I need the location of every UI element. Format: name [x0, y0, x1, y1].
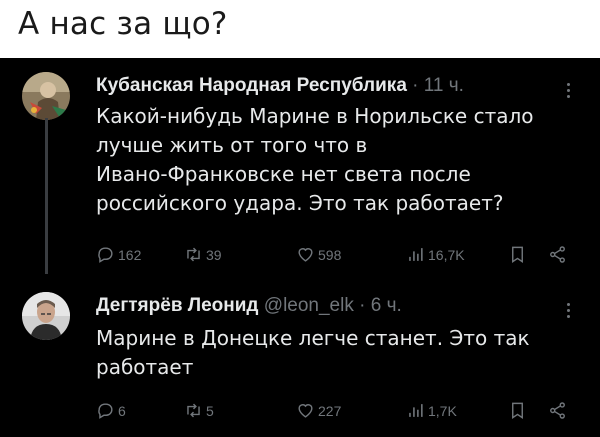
caption-text: А нас за що? — [18, 6, 228, 42]
author-name[interactable]: Кубанская Народная Республика — [96, 75, 407, 96]
heart-icon — [298, 248, 313, 262]
like-button[interactable]: 598 — [296, 245, 341, 264]
retweet-count: 39 — [206, 246, 222, 263]
retweet-button[interactable]: 5 — [184, 401, 214, 420]
share-icon — [550, 402, 565, 419]
views-count: 16,7K — [428, 246, 465, 263]
author-name[interactable]: Дегтярёв Леонид — [96, 295, 259, 316]
views-icon — [409, 404, 423, 417]
share-button[interactable] — [548, 401, 570, 420]
tweet-actions: 162 39 598 16,7K — [96, 245, 576, 269]
tweet-header: Дегтярёв Леонид @leon_elk · 6 ч. — [96, 295, 402, 317]
tweet-timestamp[interactable]: · 11 ч. — [407, 75, 464, 96]
retweet-icon — [187, 403, 200, 418]
like-count: 598 — [318, 246, 342, 263]
views-button[interactable]: 16,7K — [406, 245, 465, 264]
reply-count: 6 — [118, 402, 126, 419]
views-button[interactable]: 1,7K — [406, 401, 457, 420]
reply-button[interactable]: 162 — [96, 245, 141, 264]
reply-icon — [98, 247, 113, 263]
reply-icon — [98, 403, 113, 419]
retweet-button[interactable]: 39 — [184, 245, 222, 264]
tweet-actions: 6 5 227 1,7K — [96, 401, 576, 425]
avatar[interactable] — [22, 292, 70, 340]
share-button[interactable] — [548, 245, 570, 264]
tweet-header: Кубанская Народная Республика · 11 ч. — [96, 75, 464, 97]
tweet-text: Какой-нибудь Марине в Норильске стало лу… — [96, 104, 534, 215]
bookmark-button[interactable] — [508, 401, 530, 420]
retweet-count: 5 — [206, 402, 214, 419]
views-icon — [409, 248, 423, 261]
more-icon[interactable] — [567, 80, 570, 101]
share-icon — [550, 246, 565, 263]
caption-banner: А нас за що? — [0, 0, 600, 58]
bookmark-icon — [512, 246, 523, 263]
tweet-text: Марине в Донецке легче станет. Это так р… — [96, 326, 530, 379]
reply-count: 162 — [118, 246, 142, 263]
bookmark-button[interactable] — [508, 245, 530, 264]
tweet-handle-timestamp[interactable]: @leon_elk · 6 ч. — [259, 295, 402, 316]
bookmark-icon — [512, 402, 523, 419]
like-count: 227 — [318, 402, 342, 419]
like-button[interactable]: 227 — [296, 401, 341, 420]
retweet-icon — [187, 247, 200, 262]
heart-icon — [298, 404, 313, 418]
avatar[interactable] — [22, 72, 70, 120]
reply-button[interactable]: 6 — [96, 401, 126, 420]
thread-line — [45, 118, 48, 274]
views-count: 1,7K — [428, 402, 457, 419]
more-icon[interactable] — [567, 300, 570, 321]
